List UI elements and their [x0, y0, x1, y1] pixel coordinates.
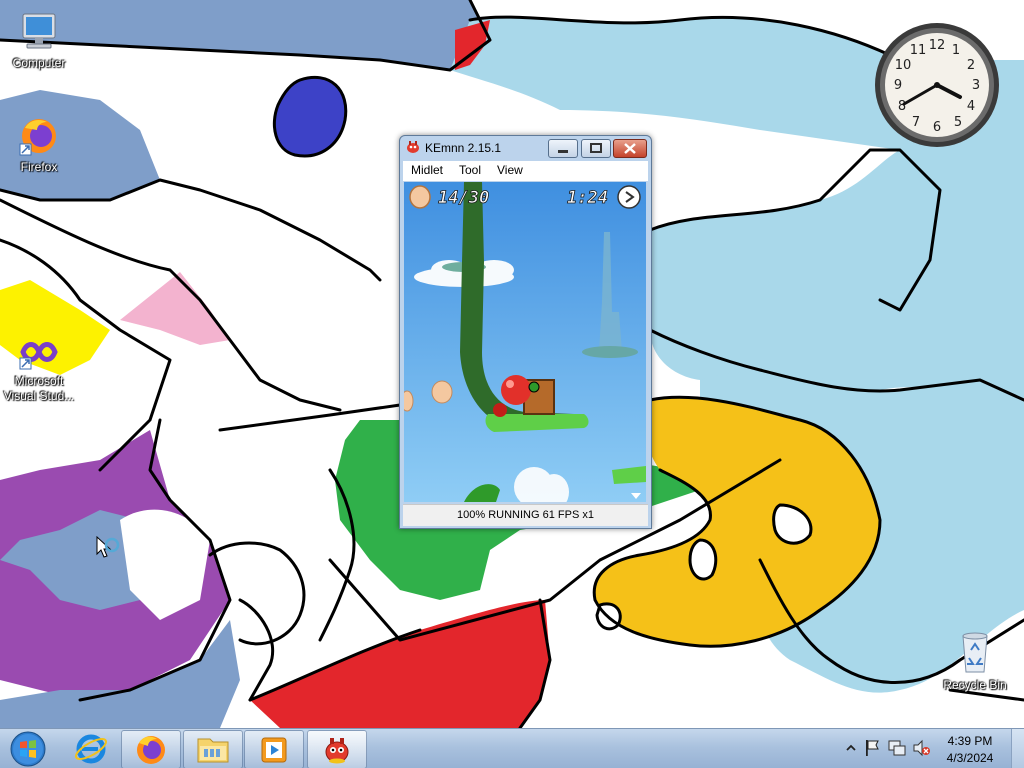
egg-pickup	[404, 390, 414, 412]
svg-text:3: 3	[972, 78, 980, 93]
egg-pickup	[431, 380, 453, 404]
taskbar-firefox[interactable]	[121, 730, 181, 768]
desktop-icon-label: Microsoft	[14, 374, 64, 388]
clock-gadget[interactable]: 12 1 2 3 4 5 6 7 8 9 10 11	[874, 22, 1000, 148]
svg-text:2: 2	[967, 58, 975, 73]
svg-text:5: 5	[954, 115, 962, 130]
close-button[interactable]	[613, 139, 647, 158]
system-tray: 4:39 PM 4/3/2024	[840, 729, 1024, 768]
menu-bar: Midlet Tool View	[403, 161, 648, 181]
svg-text:4: 4	[967, 99, 975, 114]
firefox-icon	[19, 119, 56, 156]
window-title: KEmnn 2.15.1	[425, 141, 502, 155]
show-hidden-icons-icon[interactable]	[844, 741, 858, 755]
maximize-button[interactable]	[581, 139, 611, 158]
emulator-status-bar: 100% RUNNING 61 FPS x1	[403, 504, 648, 526]
svg-text:6: 6	[933, 120, 941, 135]
visual-studio-icon	[19, 342, 58, 370]
taskbar-media-player[interactable]	[244, 730, 304, 768]
desktop-icon-label: Visual Stud...	[3, 389, 75, 403]
start-button[interactable]	[4, 730, 52, 768]
emulator-window[interactable]: KEmnn 2.15.1 Midlet Tool View 14/30 1:24…	[399, 135, 652, 529]
window-title-bar[interactable]: KEmnn 2.15.1	[400, 136, 651, 160]
svg-text:12: 12	[929, 38, 946, 53]
taskbar-clock-date[interactable]: 4/3/2024	[934, 751, 1006, 765]
maximize-icon	[590, 143, 602, 153]
menu-midlet[interactable]: Midlet	[411, 163, 443, 177]
game-scene: 14/30 1:24	[404, 182, 646, 502]
svg-text:10: 10	[895, 58, 912, 73]
desktop-icon-computer[interactable]: Computer	[1, 10, 77, 71]
taskbar-clock-time[interactable]: 4:39 PM	[934, 734, 1006, 748]
desktop-icon-recycle-bin[interactable]: Recycle Bin	[937, 630, 1013, 693]
game-screen[interactable]: 14/30 1:24	[404, 182, 646, 502]
mouse-cursor-busy-icon	[96, 536, 120, 558]
taskbar-file-explorer[interactable]	[183, 730, 243, 768]
desktop-icon-firefox[interactable]: Firefox	[1, 114, 77, 175]
volume-muted-icon[interactable]	[912, 739, 930, 757]
recycle-bin-icon	[962, 632, 988, 673]
firefox-icon	[137, 736, 165, 764]
media-player-icon	[261, 737, 287, 763]
folder-icon	[197, 738, 229, 763]
network-icon[interactable]	[888, 739, 906, 757]
taskbar-kemulator[interactable]	[307, 730, 367, 768]
desktop-icon-label: Firefox	[20, 160, 58, 174]
taskbar: 4:39 PM 4/3/2024	[0, 728, 1024, 768]
minimize-icon	[558, 150, 568, 153]
svg-text:7: 7	[912, 115, 920, 130]
svg-text:9: 9	[894, 78, 902, 93]
egg-counter: 14/30	[438, 188, 489, 208]
kemulator-icon	[407, 141, 419, 153]
desktop-icon-label: Computer	[12, 56, 66, 70]
desktop-icon-label: Recycle Bin	[943, 678, 1007, 692]
computer-icon	[22, 13, 56, 49]
kemulator-icon	[325, 738, 349, 764]
desktop[interactable]: Computer Firefox Microsoft Visual Stud..…	[0, 0, 1024, 728]
svg-text:11: 11	[910, 43, 927, 58]
minimize-button[interactable]	[548, 139, 578, 158]
desktop-icon-visual-studio[interactable]: Microsoft Visual Stud...	[1, 332, 77, 404]
egg-counter-icon	[409, 185, 431, 209]
player-character	[501, 375, 531, 405]
svg-text:1: 1	[952, 43, 960, 58]
level-timer: 1:24	[567, 188, 608, 208]
pause-button-icon	[617, 185, 641, 209]
menu-tool[interactable]: Tool	[459, 163, 481, 177]
show-desktop-button[interactable]	[1011, 729, 1024, 768]
windows-orb-icon	[10, 731, 46, 767]
close-icon	[624, 143, 636, 154]
menu-view[interactable]: View	[497, 163, 523, 177]
svg-text:8: 8	[898, 99, 906, 114]
internet-explorer-icon	[74, 734, 108, 764]
action-center-flag-icon[interactable]	[864, 739, 880, 757]
taskbar-internet-explorer[interactable]	[62, 730, 120, 767]
